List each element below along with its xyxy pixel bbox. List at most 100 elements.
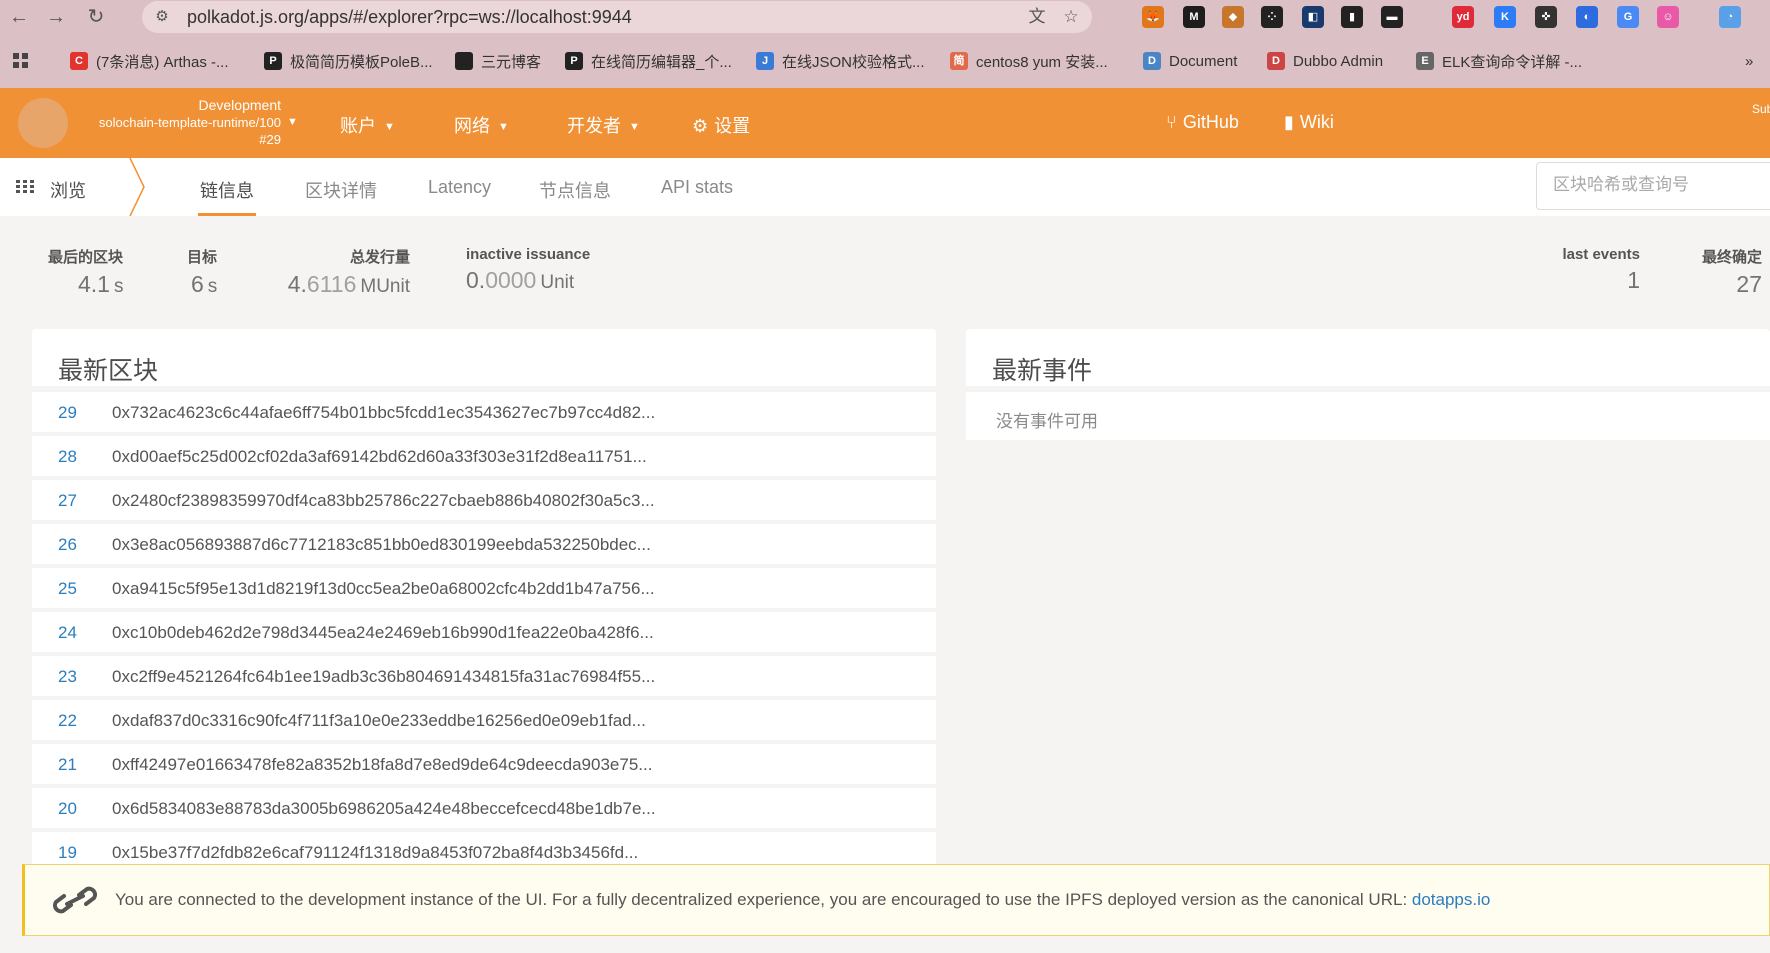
bookmark-label: 三元博客: [481, 53, 542, 71]
arrow-icon[interactable]: ◆: [1222, 6, 1244, 28]
chain-logo[interactable]: [18, 98, 68, 148]
stat-last-block-value: 4.1: [78, 271, 110, 297]
chain-selector[interactable]: Development solochain-template-runtime/1…: [76, 97, 281, 148]
yd-icon[interactable]: yd: [1452, 6, 1474, 28]
menu-developer[interactable]: 开发者 ▼: [567, 112, 640, 138]
bookmark-label: Dubbo Admin: [1293, 52, 1384, 70]
stat-inactive-issuance: inactive issuance 0.0000 Unit: [466, 246, 590, 294]
block-number-link[interactable]: 23: [58, 667, 77, 687]
tab-chain-info[interactable]: 链信息: [200, 177, 254, 203]
url-text[interactable]: polkadot.js.org/apps/#/explorer?rpc=ws:/…: [187, 7, 632, 28]
bookmark-item[interactable]: C (7条消息) Arthas -...: [70, 51, 229, 71]
block-number-link[interactable]: 20: [58, 799, 77, 819]
dotapps-link[interactable]: dotapps.io: [1412, 890, 1490, 909]
forward-button[interactable]: →: [43, 4, 69, 30]
tab-block-details[interactable]: 区块详情: [305, 177, 377, 203]
bookmark-label: 在线JSON校验格式...: [782, 53, 925, 71]
bookmark-item[interactable]: P 极简简历模板PoleB...: [264, 51, 433, 71]
bookmark-favicon-icon: [455, 52, 473, 70]
block-hash: 0xdaf837d0c3316c90fc4f711f3a10e0e233eddb…: [112, 711, 646, 730]
tab-node-info[interactable]: 节点信息: [539, 177, 611, 203]
chevron-down-icon[interactable]: ▼: [287, 116, 298, 128]
block-number-link[interactable]: 26: [58, 535, 77, 555]
bookmark-label: centos8 yum 安装...: [976, 53, 1108, 71]
browser-toolbar: ← → ↻ ⚙ polkadot.js.org/apps/#/explorer?…: [0, 0, 1770, 34]
stat-last-events-value: 1: [1627, 267, 1640, 293]
back-button[interactable]: ←: [6, 4, 32, 30]
stat-inactive-dec: 0000: [485, 267, 537, 293]
translate-icon[interactable]: 文: [1026, 7, 1048, 27]
tab-browse[interactable]: 浏览: [50, 177, 86, 203]
block-hash: 0x15be37f7d2fdb82e6caf791124f1318d9a8453…: [112, 843, 639, 862]
octo-icon[interactable]: ☺: [1657, 6, 1679, 28]
doc-icon[interactable]: ◧: [1302, 6, 1324, 28]
dots-icon[interactable]: ⁘: [1261, 6, 1283, 28]
bookmark-favicon-icon: C: [70, 52, 88, 70]
bookmark-favicon-icon: E: [1416, 52, 1434, 70]
k-icon[interactable]: K: [1494, 6, 1516, 28]
target-icon[interactable]: ✜: [1535, 6, 1557, 28]
bookmark-item[interactable]: 简 centos8 yum 安装...: [950, 51, 1108, 71]
dev-notice-banner: You are connected to the development ins…: [22, 864, 1770, 936]
block-number-link[interactable]: 27: [58, 491, 77, 511]
bookmark-favicon-icon: 简: [950, 52, 968, 70]
bookmark-label: 在线简历编辑器_个...: [591, 53, 732, 71]
menu-github[interactable]: ⑂ GitHub: [1166, 112, 1239, 133]
app-header: Development solochain-template-runtime/1…: [0, 88, 1770, 158]
menu-accounts[interactable]: 账户 ▼: [340, 112, 395, 138]
block-number-link[interactable]: 19: [58, 843, 77, 863]
block-hash: 0xff42497e01663478fe82a8352b18fa8d7e8ed9…: [112, 755, 653, 774]
stat-inactive-unit: Unit: [540, 272, 575, 293]
tab-api-stats[interactable]: API stats: [661, 177, 733, 198]
stat-finalized-label: 最终确定: [1701, 249, 1762, 266]
site-settings-icon[interactable]: ⚙: [152, 7, 172, 27]
block-hash: 0x2480cf23898359970df4ca83bb25786c227cba…: [112, 491, 655, 510]
fox-icon[interactable]: 🦊: [1142, 6, 1164, 28]
mz-icon[interactable]: M: [1183, 6, 1205, 28]
apps-grid-icon[interactable]: [12, 51, 30, 71]
menu-wiki[interactable]: ▮ Wiki: [1284, 112, 1334, 133]
bookmark-item[interactable]: J 在线JSON校验格式...: [756, 51, 925, 71]
bookmark-item[interactable]: P 在线简历编辑器_个...: [565, 51, 732, 71]
recent-events-title: 最新事件: [992, 357, 1093, 385]
block-number-link[interactable]: 29: [58, 403, 77, 423]
menu-wiki-label: Wiki: [1299, 112, 1334, 132]
menu-github-label: GitHub: [1182, 112, 1239, 132]
events-empty-text: 没有事件可用: [996, 412, 1098, 431]
stat-total-issuance-int: 4.: [287, 271, 307, 297]
bookmark-item[interactable]: D Document: [1143, 51, 1237, 71]
stat-target: 目标 6s: [187, 246, 217, 298]
menu-network[interactable]: 网络 ▼: [454, 112, 509, 138]
chart-icon[interactable]: ▮: [1341, 6, 1363, 28]
reload-button[interactable]: ↻: [83, 4, 109, 30]
stat-last-block-label: 最后的区块: [48, 249, 124, 266]
block-search-input[interactable]: [1553, 175, 1753, 195]
stat-last-block-unit: s: [113, 276, 124, 297]
bookmark-item[interactable]: E ELK查询命令详解 -...: [1416, 51, 1582, 71]
block-row: 24 0xc10b0deb462d2e798d3445ea24e2469eb16b…: [32, 612, 936, 652]
tab-latency[interactable]: Latency: [428, 177, 491, 198]
swirl-icon[interactable]: ◐: [1576, 6, 1598, 28]
menu-settings[interactable]: ⚙ 设置: [692, 112, 750, 138]
chevron-down-icon: ▼: [384, 121, 395, 133]
more-bookmarks-icon[interactable]: »: [1745, 51, 1753, 71]
badge-icon[interactable]: ◔: [1719, 6, 1741, 28]
terminal-icon[interactable]: ▬: [1381, 6, 1403, 28]
stat-finalized-value: 27: [1736, 271, 1762, 297]
book-icon: ▮: [1284, 112, 1294, 132]
block-number-link[interactable]: 22: [58, 711, 77, 731]
block-search[interactable]: [1536, 162, 1770, 210]
menu-developer-label: 开发者: [567, 116, 621, 136]
translate-icon[interactable]: G: [1617, 6, 1639, 28]
address-bar[interactable]: ⚙ polkadot.js.org/apps/#/explorer?rpc=ws…: [142, 1, 1092, 33]
block-number-link[interactable]: 24: [58, 623, 77, 643]
bookmark-star-icon[interactable]: ☆: [1060, 7, 1082, 27]
block-number-link[interactable]: 21: [58, 755, 77, 775]
bookmark-item[interactable]: 三元博客: [455, 51, 541, 71]
bookmark-item[interactable]: D Dubbo Admin: [1267, 51, 1383, 71]
block-number-link[interactable]: 25: [58, 579, 77, 599]
block-row: 23 0xc2ff9e4521264fc64b1ee19adb3c36b80469…: [32, 656, 936, 696]
bookmark-favicon-icon: J: [756, 52, 774, 70]
block-number-link[interactable]: 28: [58, 447, 77, 467]
menu-settings-label: 设置: [714, 116, 751, 136]
